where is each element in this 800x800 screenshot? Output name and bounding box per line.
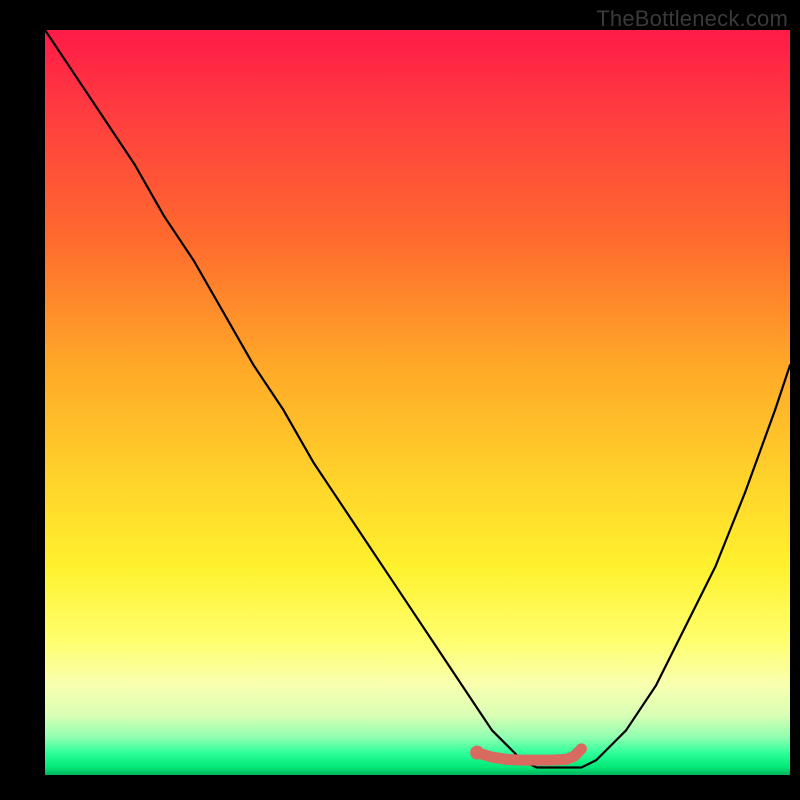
- chart-frame: TheBottleneck.com: [0, 0, 800, 800]
- chart-svg: [45, 30, 790, 775]
- watermark-text: TheBottleneck.com: [596, 6, 788, 32]
- optimal-range-highlight: [477, 749, 581, 760]
- plot-area: [45, 30, 790, 775]
- selected-point-marker: [470, 746, 484, 760]
- bottleneck-curve: [45, 30, 790, 768]
